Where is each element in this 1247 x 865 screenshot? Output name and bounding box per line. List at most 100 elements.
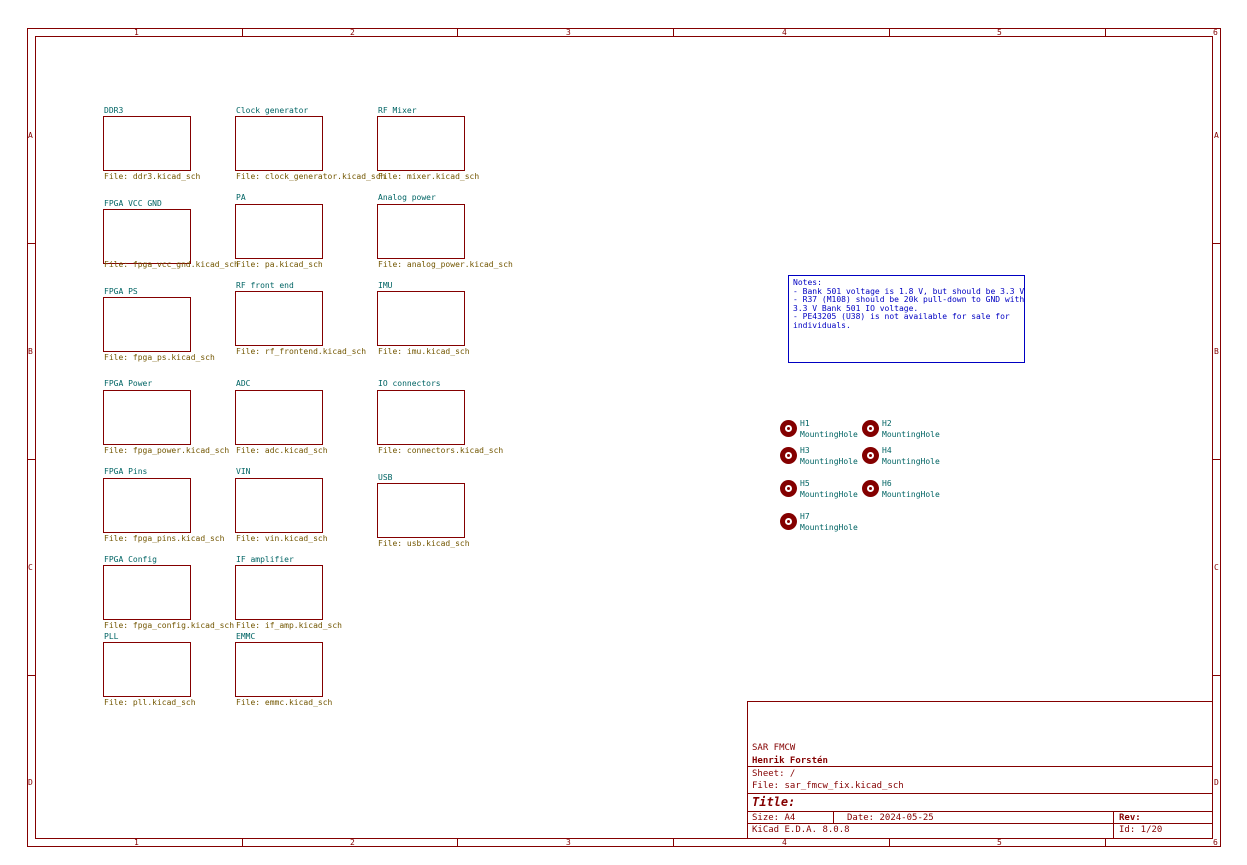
sheet-name: VIN	[236, 467, 251, 476]
sheet-name: EMMC	[236, 632, 256, 641]
hierarchical-sheet-imu[interactable]	[377, 291, 465, 346]
sheet-file: File: ddr3.kicad_sch	[104, 172, 201, 181]
hole-reference: H1	[800, 419, 810, 428]
zone-tick	[673, 839, 674, 847]
sheet-name: IO connectors	[378, 379, 441, 388]
hole-reference: H2	[882, 419, 892, 428]
hole-reference: H6	[882, 479, 892, 488]
zone-row-label: B	[28, 347, 33, 356]
mounting-hole-symbol[interactable]	[780, 513, 797, 530]
hierarchical-sheet-io-connectors[interactable]	[377, 390, 465, 445]
hierarchical-sheet-analog-power[interactable]	[377, 204, 465, 259]
hierarchical-sheet-if-amplifier[interactable]	[235, 565, 323, 620]
zone-tick	[457, 28, 458, 36]
hierarchical-sheet-fpga-ps[interactable]	[103, 297, 191, 352]
zone-tick	[889, 839, 890, 847]
zone-row-label: A	[1214, 131, 1219, 140]
sheet-file: File: fpga_pins.kicad_sch	[104, 534, 225, 543]
mounting-hole-symbol[interactable]	[862, 420, 879, 437]
title-block-border	[747, 701, 748, 839]
title-block-tool: KiCad E.D.A. 8.0.8	[752, 825, 850, 835]
sheet-file: File: usb.kicad_sch	[378, 539, 470, 548]
hole-reference: H5	[800, 479, 810, 488]
hierarchical-sheet-emmc[interactable]	[235, 642, 323, 697]
mounting-hole-symbol[interactable]	[780, 420, 797, 437]
zone-tick	[1105, 839, 1106, 847]
hierarchical-sheet-rf-front-end[interactable]	[235, 291, 323, 346]
hole-value: MountingHole	[800, 523, 858, 532]
hierarchical-sheet-fpga-pins[interactable]	[103, 478, 191, 533]
title-block-company: SAR FMCW	[752, 743, 796, 753]
zone-col-label: 6	[1213, 28, 1218, 37]
mounting-hole-symbol[interactable]	[862, 447, 879, 464]
sheet-name: DDR3	[104, 106, 124, 115]
sheet-name: FPGA Pins	[104, 467, 148, 476]
sheet-file: File: fpga_power.kicad_sch	[104, 446, 230, 455]
sheet-file: File: fpga_config.kicad_sch	[104, 621, 235, 630]
title-block-title-label: Title:	[752, 795, 796, 809]
title-block-author: Henrik Forstén	[752, 756, 828, 766]
sheet-name: Clock generator	[236, 106, 309, 115]
sheet-name: FPGA VCC GND	[104, 199, 162, 208]
hierarchical-sheet-vin[interactable]	[235, 478, 323, 533]
zone-tick	[1213, 675, 1221, 676]
hierarchical-sheet-usb[interactable]	[377, 483, 465, 538]
hierarchical-sheet-fpga-vcc-gnd[interactable]	[103, 209, 191, 264]
mounting-hole-symbol[interactable]	[862, 480, 879, 497]
zone-col-label: 2	[350, 28, 355, 37]
zone-col-label: 3	[566, 838, 571, 847]
sheet-name: PA	[236, 193, 246, 202]
hole-reference: H3	[800, 446, 810, 455]
hole-value: MountingHole	[882, 457, 940, 466]
sheet-name: RF front end	[236, 281, 294, 290]
hole-reference: H4	[882, 446, 892, 455]
title-block-divider	[1113, 811, 1114, 839]
sheet-name: IMU	[378, 281, 393, 290]
hole-value: MountingHole	[800, 490, 858, 499]
zone-tick	[242, 28, 243, 36]
sheet-name: FPGA PS	[104, 287, 138, 296]
zone-row-label: C	[1214, 563, 1219, 572]
hierarchical-sheet-clock-generator[interactable]	[235, 116, 323, 171]
sheet-file: File: fpga_vcc_gnd.kicad_sch	[104, 260, 239, 269]
zone-col-label: 4	[782, 838, 787, 847]
hierarchical-sheet-pa[interactable]	[235, 204, 323, 259]
sheet-name: FPGA Power	[104, 379, 153, 388]
sheet-file: File: rf_frontend.kicad_sch	[236, 347, 367, 356]
hole-value: MountingHole	[882, 490, 940, 499]
title-block-size: Size: A4	[752, 813, 796, 823]
sheet-file: File: analog_power.kicad_sch	[378, 260, 513, 269]
sheet-file: File: vin.kicad_sch	[236, 534, 328, 543]
zone-tick	[1213, 243, 1221, 244]
zone-col-label: 5	[997, 838, 1002, 847]
zone-tick	[242, 839, 243, 847]
title-block-divider	[747, 766, 1213, 767]
sheet-file: File: connectors.kicad_sch	[378, 446, 504, 455]
zone-tick	[27, 675, 35, 676]
sheet-file: File: pll.kicad_sch	[104, 698, 196, 707]
sheet-name: Analog power	[378, 193, 436, 202]
notes-text-box[interactable]: Notes: - Bank 501 voltage is 1.8 V, but …	[788, 275, 1025, 363]
zone-tick	[673, 28, 674, 36]
zone-row-label: C	[28, 563, 33, 572]
sheet-name: USB	[378, 473, 393, 482]
title-block-divider	[747, 823, 1213, 824]
hierarchical-sheet-fpga-power[interactable]	[103, 390, 191, 445]
hierarchical-sheet-rf-mixer[interactable]	[377, 116, 465, 171]
sheet-file: File: clock_generator.kicad_sch	[236, 172, 386, 181]
zone-tick	[27, 243, 35, 244]
hierarchical-sheet-ddr3[interactable]	[103, 116, 191, 171]
hierarchical-sheet-pll[interactable]	[103, 642, 191, 697]
sheet-file: File: imu.kicad_sch	[378, 347, 470, 356]
sheet-name: ADC	[236, 379, 251, 388]
zone-col-label: 3	[566, 28, 571, 37]
hierarchical-sheet-adc[interactable]	[235, 390, 323, 445]
zone-row-label: A	[28, 131, 33, 140]
title-block-date: Date: 2024-05-25	[847, 813, 934, 823]
mounting-hole-symbol[interactable]	[780, 480, 797, 497]
title-block-id: Id: 1/20	[1119, 825, 1163, 835]
hole-value: MountingHole	[800, 430, 858, 439]
mounting-hole-symbol[interactable]	[780, 447, 797, 464]
sheet-file: File: fpga_ps.kicad_sch	[104, 353, 215, 362]
hierarchical-sheet-fpga-config[interactable]	[103, 565, 191, 620]
